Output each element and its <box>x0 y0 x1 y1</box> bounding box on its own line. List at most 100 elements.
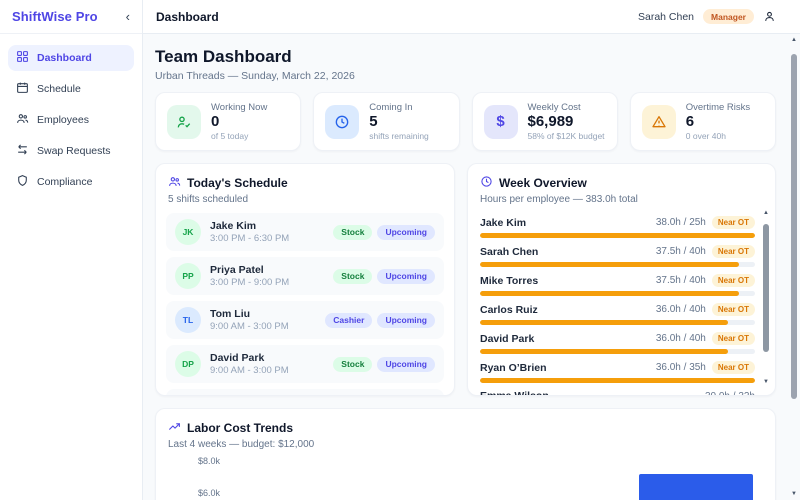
week-overview-header: Week Overview Hours per employee — 383.0… <box>468 164 775 209</box>
panel-title: Today's Schedule <box>187 176 288 190</box>
sidebar-item-label: Schedule <box>37 83 81 95</box>
shift-time: 3:00 PM - 9:00 PM <box>210 277 289 288</box>
sidebar-item-schedule[interactable]: Schedule <box>8 76 134 102</box>
status-badge: Upcoming <box>377 357 435 372</box>
users-icon <box>16 112 29 128</box>
schedule-row[interactable]: JK Jake Kim 3:00 PM - 6:30 PM Stock Upco… <box>166 213 444 251</box>
scroll-up-icon[interactable]: ▲ <box>763 210 769 216</box>
trend-up-icon <box>168 420 181 436</box>
stat-value: 6 <box>686 113 750 131</box>
sidebar-collapse-icon[interactable]: ‹ <box>126 10 130 23</box>
scrollbar-thumb[interactable] <box>791 54 797 399</box>
sidebar-item-label: Swap Requests <box>37 145 111 157</box>
hours-vs-cap: 38.0h / 25h <box>656 217 706 228</box>
stat-card-texts: Weekly Cost $6,989 58% of $12K budget <box>528 102 605 141</box>
page-title: Team Dashboard <box>155 47 776 67</box>
status-badge: Upcoming <box>377 313 435 328</box>
near-ot-badge: Near OT <box>712 332 755 345</box>
sidebar-item-employees[interactable]: Employees <box>8 107 134 133</box>
schedule-row[interactable]: DP David Park 9:00 AM - 3:00 PM Stock Up… <box>166 345 444 383</box>
hours-bar-track <box>480 320 755 325</box>
sidebar-logo-row: ShiftWise Pro ‹ <box>0 0 142 34</box>
account-person-icon[interactable] <box>763 10 776 23</box>
sidebar-item-label: Compliance <box>37 176 92 188</box>
schedule-row[interactable]: TL Tom Liu 9:00 AM - 3:00 PM Cashier Upc… <box>166 301 444 339</box>
hours-vs-cap: 36.0h / 40h <box>656 304 706 315</box>
sidebar-item-compliance[interactable]: Compliance <box>8 169 134 195</box>
status-badge: Upcoming <box>377 269 435 284</box>
schedule-badges: Stock Upcoming <box>333 357 435 372</box>
app-logo: ShiftWise Pro <box>12 9 98 24</box>
hours-bar-fill <box>480 320 728 325</box>
labor-cost-header: Labor Cost Trends Last 4 weeks — budget:… <box>156 409 775 454</box>
employee-name: David Park <box>480 333 534 345</box>
employee-name: David Park <box>210 352 289 364</box>
scroll-down-icon[interactable]: ▼ <box>791 491 797 497</box>
role-badge: Stock <box>333 225 372 240</box>
hours-vs-cap: 37.5h / 40h <box>656 275 706 286</box>
hours-bar-track <box>480 378 755 383</box>
role-badge: Cashier <box>325 313 372 328</box>
schedule-badges: Stock Upcoming <box>333 269 435 284</box>
week-overview-row: Ryan O’Brien 36.0h / 35h Near OT <box>480 357 755 386</box>
avatar: DP <box>175 351 201 377</box>
panel-subtitle: Last 4 weeks — budget: $12,000 <box>168 439 763 450</box>
app-window: ShiftWise Pro ‹ Dashboard Schedule Emplo… <box>0 0 800 500</box>
shift-time: 9:00 AM - 3:00 PM <box>210 365 289 376</box>
status-badge: Upcoming <box>377 225 435 240</box>
schedule-row[interactable]: PP Priya Patel 3:00 PM - 9:00 PM Stock U… <box>166 257 444 295</box>
schedule-row-texts: David Park 9:00 AM - 3:00 PM <box>210 352 289 376</box>
shift-time: 3:00 PM - 6:30 PM <box>210 233 289 244</box>
stat-sub: of 5 today <box>211 131 267 141</box>
stat-label: Overtime Risks <box>686 102 750 113</box>
role-badge: Stock <box>333 269 372 284</box>
hours-bar-fill <box>480 378 755 383</box>
labor-cost-bar <box>639 474 753 500</box>
schedule-row[interactable]: LC Lisa Chen 9:00 AM - 3:00 PM Cashier U… <box>166 389 444 396</box>
scroll-up-icon[interactable]: ▲ <box>791 37 797 43</box>
sidebar-item-swap-requests[interactable]: Swap Requests <box>8 138 134 164</box>
user-check-icon <box>167 105 201 139</box>
employee-name: Mike Torres <box>480 275 538 287</box>
week-overview-row: Sarah Chen 37.5h / 40h Near OT <box>480 241 755 270</box>
employee-name: Jake Kim <box>480 217 526 229</box>
week-overview-panel: Week Overview Hours per employee — 383.0… <box>467 163 776 396</box>
schedule-badges: Stock Upcoming <box>333 225 435 240</box>
week-panel-scrollbar[interactable]: ▲ ▼ <box>761 210 771 385</box>
employee-name: Sarah Chen <box>480 246 538 258</box>
stat-card-texts: Working Now 0 of 5 today <box>211 102 267 141</box>
content-column: Dashboard Sarah Chen Manager Team Dashbo… <box>143 0 800 500</box>
sidebar: ShiftWise Pro ‹ Dashboard Schedule Emplo… <box>0 0 143 500</box>
stat-cards-row: Working Now 0 of 5 today Coming In 5 shi… <box>155 92 776 151</box>
scrollbar-thumb[interactable] <box>763 224 769 352</box>
clock-icon <box>480 175 493 191</box>
panel-subtitle: 5 shifts scheduled <box>168 194 442 205</box>
sidebar-item-label: Employees <box>37 114 89 126</box>
labor-cost-trends-panel: Labor Cost Trends Last 4 weeks — budget:… <box>155 408 776 500</box>
scroll-down-icon[interactable]: ▼ <box>763 379 769 385</box>
employee-name: Carlos Ruiz <box>480 304 538 316</box>
role-badge: Manager <box>703 9 754 24</box>
stat-card-texts: Overtime Risks 6 0 over 40h <box>686 102 750 141</box>
stat-sub: 58% of $12K budget <box>528 131 605 141</box>
dollar-icon: $ <box>484 105 518 139</box>
grid-icon <box>16 50 29 66</box>
near-ot-badge: Near OT <box>712 303 755 316</box>
sidebar-item-label: Dashboard <box>37 52 92 64</box>
avatar: TL <box>175 307 201 333</box>
stat-value: 0 <box>211 113 267 131</box>
todays-schedule-header: Today's Schedule 5 shifts scheduled <box>156 164 454 209</box>
week-overview-row: Carlos Ruiz 36.0h / 40h Near OT <box>480 299 755 328</box>
avatar: LC <box>175 395 201 396</box>
hours-bar-track <box>480 291 755 296</box>
avatar: PP <box>175 263 201 289</box>
stat-label: Weekly Cost <box>528 102 605 113</box>
week-overview-row: Jake Kim 38.0h / 25h Near OT <box>480 212 755 241</box>
stat-value: 5 <box>369 113 429 131</box>
shield-icon <box>16 174 29 190</box>
near-ot-badge: Near OT <box>712 361 755 374</box>
sidebar-item-dashboard[interactable]: Dashboard <box>8 45 134 71</box>
page-scrollbar[interactable]: ▲ ▼ <box>788 34 800 500</box>
stat-card-working-now: Working Now 0 of 5 today <box>155 92 301 151</box>
employee-name: Priya Patel <box>210 264 289 276</box>
